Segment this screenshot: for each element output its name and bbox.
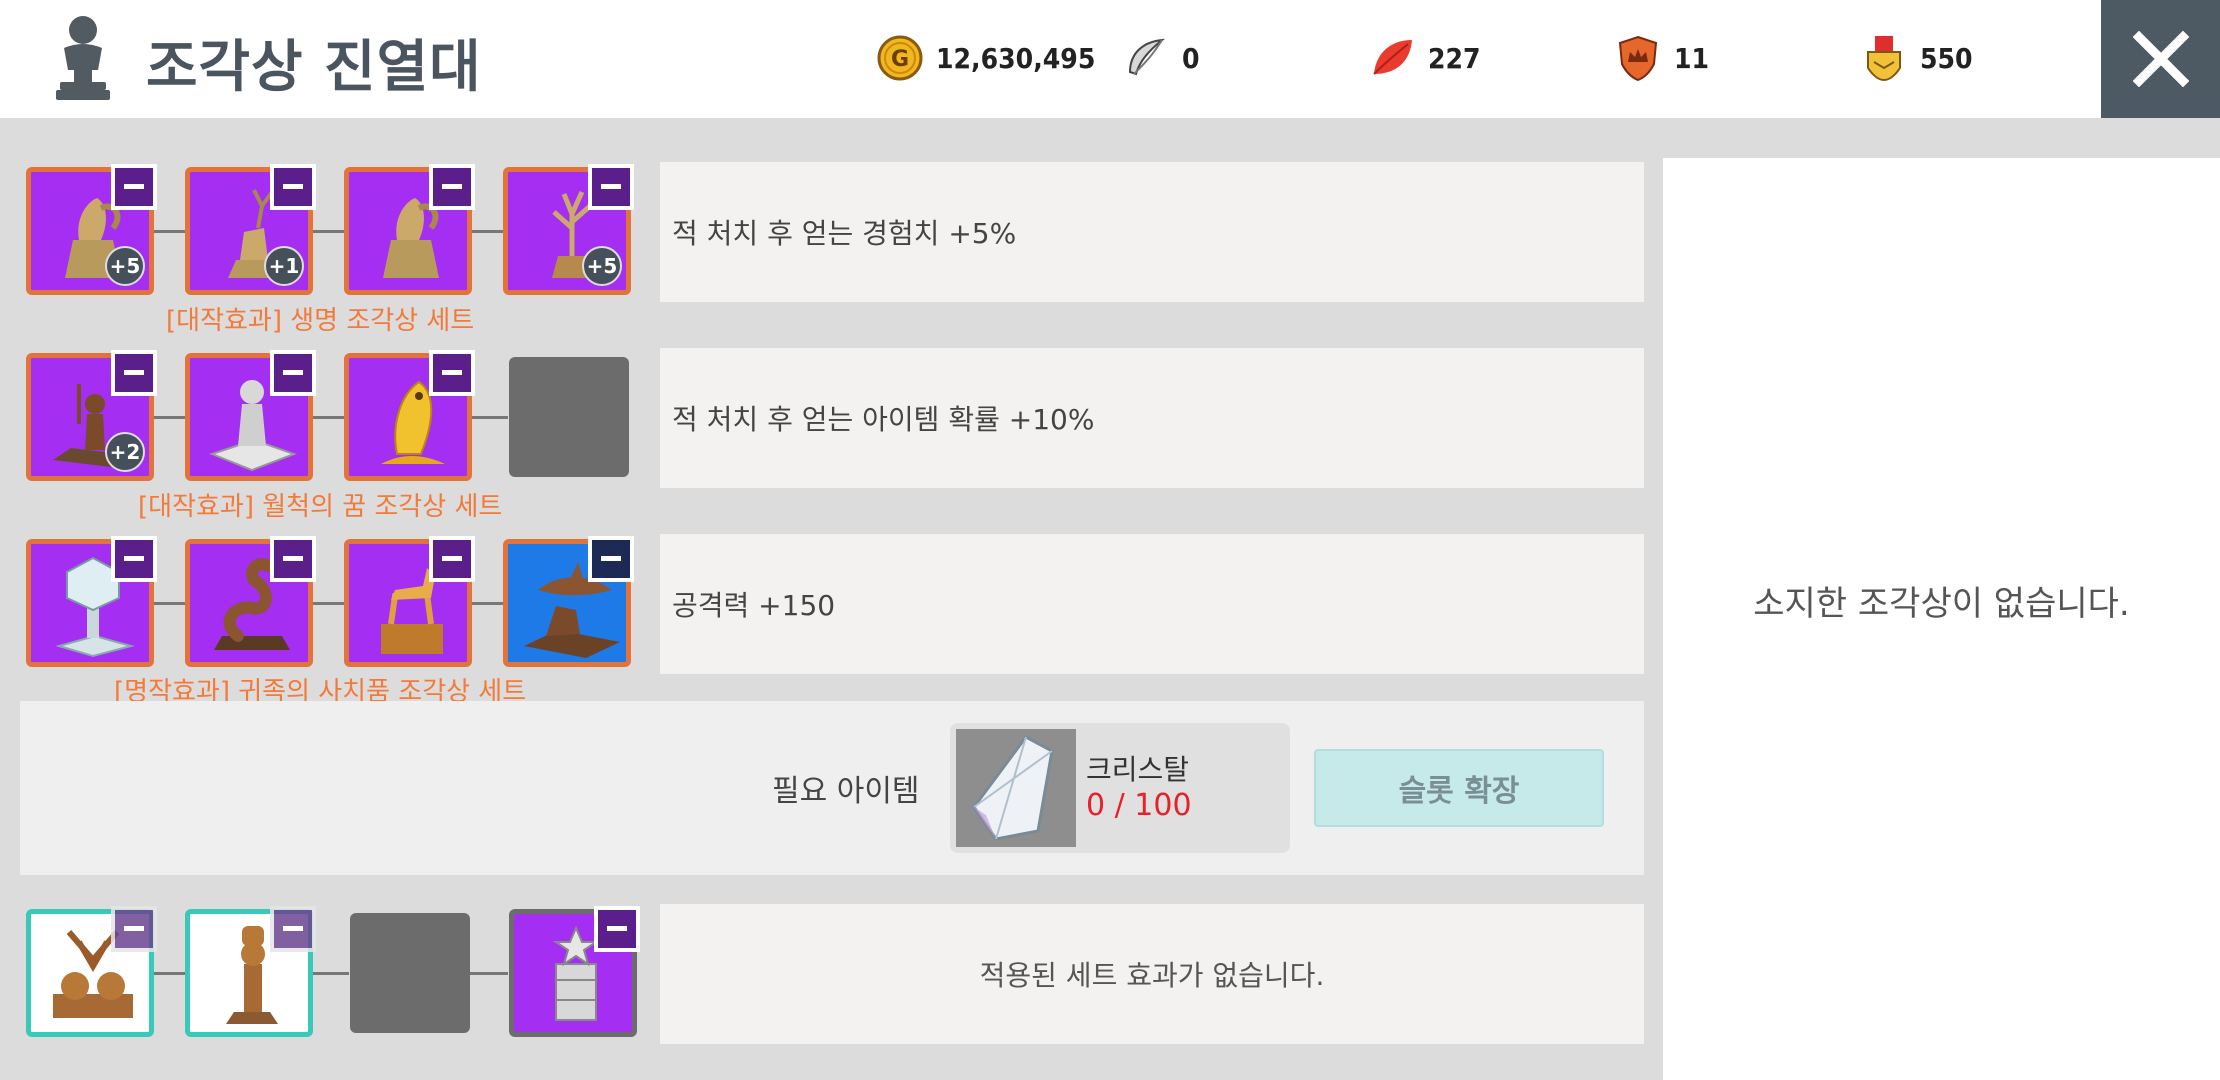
- slot-connector: [150, 972, 190, 975]
- statue-slot[interactable]: [26, 906, 157, 1037]
- statue-slot[interactable]: [344, 164, 475, 295]
- remove-statue-button[interactable]: [270, 536, 316, 582]
- required-item-label: 필요 아이템: [772, 774, 920, 809]
- close-button[interactable]: [2101, 0, 2220, 118]
- statue-slot[interactable]: [185, 350, 316, 481]
- statue-slot[interactable]: +5: [26, 164, 157, 295]
- crystal-item-count: 0 / 100: [1086, 788, 1192, 823]
- remove-statue-button[interactable]: [111, 350, 157, 396]
- page-title: 조각상 진열대: [146, 35, 482, 100]
- bust-statue-icon: [56, 16, 110, 100]
- crystal-icon: [972, 735, 1054, 841]
- upgrade-badge: +2: [105, 432, 145, 472]
- medal-icon: [1867, 36, 1901, 82]
- upgrade-badge: +5: [582, 246, 622, 286]
- leaf-amount: 227: [1428, 41, 1481, 75]
- set-name-label: [대작효과] 월척의 꿈 조각상 세트: [138, 492, 503, 522]
- red-leaf-icon: [1373, 40, 1412, 75]
- crystal-item-image: [956, 729, 1076, 847]
- top-bar: 조각상 진열대 G 12,630,495 0 227 11 550: [0, 0, 2220, 118]
- empty-statue-slot[interactable]: [350, 913, 470, 1033]
- svg-text:G: G: [891, 47, 909, 72]
- set-effect-box: 적용된 세트 효과가 없습니다.: [660, 904, 1644, 1044]
- statue-slot[interactable]: +2: [26, 350, 157, 481]
- slot-connector: [150, 230, 190, 233]
- upgrade-badge: +5: [105, 246, 145, 286]
- statue-slot[interactable]: [26, 536, 157, 667]
- crystal-item-name: 크리스탈: [1086, 753, 1190, 786]
- feather-icon: [1128, 38, 1166, 76]
- slot-connector: [309, 416, 349, 419]
- remove-statue-button[interactable]: [270, 164, 316, 210]
- medal-amount: 550: [1920, 41, 1973, 75]
- remove-statue-button[interactable]: [594, 906, 640, 952]
- set-effect-box: 적 처치 후 얻는 아이템 확률 +10%: [660, 348, 1644, 488]
- statue-slot[interactable]: [185, 906, 316, 1037]
- slot-connector: [150, 416, 190, 419]
- upgrade-badge: +1: [264, 246, 304, 286]
- set-effect-text: 공격력 +150: [672, 589, 836, 622]
- statue-slot[interactable]: +5: [503, 164, 634, 295]
- slot-connector: [309, 230, 349, 233]
- remove-statue-button[interactable]: [588, 164, 634, 210]
- remove-statue-button[interactable]: [111, 536, 157, 582]
- statue-slot[interactable]: [344, 536, 475, 667]
- statue-slot[interactable]: [509, 906, 640, 1037]
- remove-statue-button[interactable]: [429, 536, 475, 582]
- remove-statue-button[interactable]: [270, 906, 316, 952]
- slot-connector: [150, 602, 190, 605]
- remove-statue-button[interactable]: [111, 164, 157, 210]
- shield-amount: 11: [1674, 41, 1710, 75]
- shield-counter: 11: [1614, 30, 1709, 86]
- set-effect-box: 적 처치 후 얻는 경험치 +5%: [660, 162, 1644, 302]
- set-effect-text: 적 처치 후 얻는 아이템 확률 +10%: [672, 403, 1095, 436]
- close-icon: [2132, 31, 2189, 87]
- set-effect-text: 적 처치 후 얻는 경험치 +5%: [672, 217, 1017, 250]
- remove-statue-button[interactable]: [588, 536, 634, 582]
- medal-counter: 550: [1860, 30, 1973, 86]
- statue-slot[interactable]: +1: [185, 164, 316, 295]
- slot-connector: [468, 972, 508, 975]
- empty-inventory-message: 소지한 조각상이 없습니다.: [1753, 584, 2130, 624]
- feather-counter: 0: [1122, 30, 1200, 86]
- statue-slot[interactable]: [503, 536, 634, 667]
- crown-shield-icon: [1618, 35, 1658, 82]
- gold-amount: 12,630,495: [936, 41, 1096, 75]
- set-name-label: [대작효과] 생명 조각상 세트: [166, 306, 475, 336]
- empty-statue-slot[interactable]: [509, 357, 629, 477]
- gold-counter: G 12,630,495: [876, 30, 1095, 86]
- slot-connector: [468, 602, 508, 605]
- statue-slot[interactable]: [344, 350, 475, 481]
- slot-connector: [468, 230, 508, 233]
- remove-statue-button[interactable]: [429, 164, 475, 210]
- remove-statue-button[interactable]: [270, 350, 316, 396]
- remove-statue-button[interactable]: [111, 906, 157, 952]
- leaf-counter: 227: [1368, 30, 1481, 86]
- set-effect-box: 공격력 +150: [660, 534, 1644, 674]
- slot-connector: [468, 416, 508, 419]
- set-effect-text: 적용된 세트 효과가 없습니다.: [979, 959, 1325, 992]
- statue-inventory-panel: 소지한 조각상이 없습니다.: [1663, 158, 2220, 1080]
- gold-coin-icon: G: [877, 35, 923, 81]
- slot-connector: [309, 602, 349, 605]
- slot-connector: [309, 972, 349, 975]
- slot-expand-button[interactable]: 슬롯 확장: [1314, 749, 1604, 827]
- feather-amount: 0: [1182, 41, 1200, 75]
- remove-statue-button[interactable]: [429, 350, 475, 396]
- statue-slot[interactable]: [185, 536, 316, 667]
